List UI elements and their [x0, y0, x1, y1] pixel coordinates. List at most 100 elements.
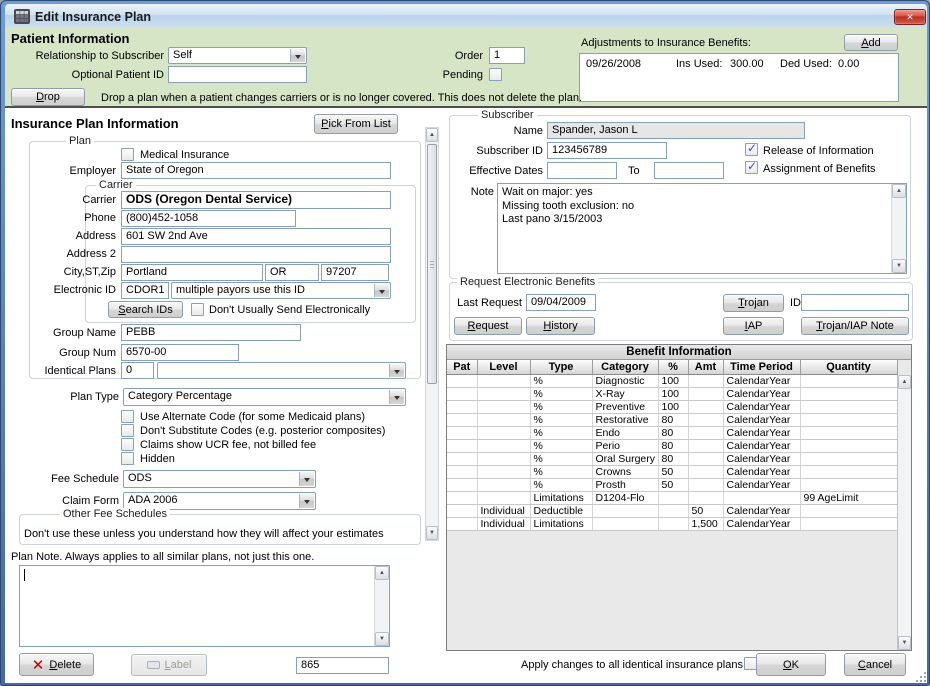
benefit-cell[interactable] [688, 439, 723, 452]
subscriber-name-field[interactable]: Spander, Jason L [547, 122, 805, 139]
identical-plans-count-field[interactable]: 0 [121, 362, 154, 379]
benefit-cell[interactable] [447, 465, 477, 478]
dropdown-button[interactable] [290, 49, 305, 62]
benefit-cell[interactable] [447, 504, 477, 517]
benefit-cell[interactable] [688, 374, 723, 387]
benefit-cell[interactable] [800, 413, 897, 426]
benefit-cell[interactable]: % [530, 426, 592, 439]
benefit-cell[interactable] [447, 413, 477, 426]
address-field[interactable]: 601 SW 2nd Ave [121, 228, 391, 245]
col-level[interactable]: Level [477, 360, 530, 374]
benefit-cell[interactable] [477, 374, 530, 387]
benefit-cell[interactable]: CalendarYear [723, 504, 800, 517]
benefit-cell[interactable]: Limitations [530, 491, 592, 504]
alternate-code-checkbox[interactable] [121, 410, 134, 423]
benefit-cell[interactable] [688, 413, 723, 426]
benefit-cell[interactable] [658, 504, 688, 517]
col-type[interactable]: Type [530, 360, 592, 374]
hidden-checkbox[interactable] [121, 452, 134, 465]
dropdown-button[interactable] [299, 494, 314, 508]
dropdown-button[interactable] [299, 472, 314, 486]
benefit-cell[interactable]: 100 [658, 400, 688, 413]
benefit-cell[interactable]: % [530, 452, 592, 465]
benefit-cell[interactable] [800, 465, 897, 478]
benefit-cell[interactable] [477, 387, 530, 400]
group-num-field[interactable]: 6570-00 [121, 344, 239, 361]
benefit-cell[interactable] [688, 465, 723, 478]
benefit-cell[interactable] [447, 452, 477, 465]
medical-insurance-checkbox[interactable] [121, 148, 134, 161]
benefit-cell[interactable]: % [530, 413, 592, 426]
relationship-dropdown[interactable]: Self [168, 47, 307, 64]
benefit-row[interactable]: IndividualDeductible50CalendarYear [447, 504, 897, 517]
close-button[interactable]: ✕ [894, 9, 926, 25]
benefit-cell[interactable]: Oral Surgery [592, 452, 658, 465]
plan-note-scrollbar[interactable]: ▲ ▼ [374, 566, 389, 646]
benefit-cell[interactable] [800, 504, 897, 517]
benefit-cell[interactable] [688, 426, 723, 439]
col-category[interactable]: Category [592, 360, 658, 374]
benefit-cell[interactable] [688, 491, 723, 504]
benefit-cell[interactable] [800, 452, 897, 465]
benefit-cell[interactable]: 50 [658, 465, 688, 478]
benefit-cell[interactable]: 80 [658, 439, 688, 452]
benefit-cell[interactable] [477, 426, 530, 439]
scroll-up-arrow[interactable]: ▲ [892, 184, 906, 198]
benefit-cell[interactable] [447, 478, 477, 491]
benefit-cell[interactable] [658, 491, 688, 504]
subscriber-note-scrollbar[interactable]: ▲ ▼ [891, 184, 906, 273]
scroll-up-arrow[interactable]: ▲ [898, 375, 911, 389]
benefit-table[interactable]: Pat Level Type Category % Amt Time Perio… [447, 360, 898, 531]
delete-button[interactable]: ✕ Delete [19, 653, 94, 676]
benefit-cell[interactable]: Individual [477, 517, 530, 530]
benefit-cell[interactable] [800, 478, 897, 491]
benefit-cell[interactable] [447, 439, 477, 452]
label-button[interactable]: Label [131, 654, 207, 676]
benefit-cell[interactable]: 80 [658, 413, 688, 426]
scroll-down-arrow[interactable]: ▼ [375, 632, 389, 646]
benefit-cell[interactable] [688, 478, 723, 491]
assignment-of-benefits-checkbox[interactable]: ✓ [745, 161, 758, 174]
benefit-cell[interactable] [800, 374, 897, 387]
scrollbar-thumb[interactable] [427, 144, 437, 384]
dropdown-button[interactable] [389, 390, 404, 404]
last-request-field[interactable]: 09/04/2009 [526, 294, 596, 311]
plan-type-dropdown[interactable]: Category Percentage [123, 388, 406, 406]
electronic-id-field[interactable]: CDOR1 [121, 282, 169, 299]
titlebar[interactable]: Edit Insurance Plan ✕ [5, 4, 927, 28]
benefit-cell[interactable]: % [530, 374, 592, 387]
benefit-cell[interactable]: 99 AgeLimit [800, 491, 897, 504]
benefit-cell[interactable]: X-Ray [592, 387, 658, 400]
benefit-cell[interactable]: 100 [658, 374, 688, 387]
benefit-cell[interactable] [688, 400, 723, 413]
benefit-cell[interactable] [800, 517, 897, 530]
trojan-iap-note-button[interactable]: Trojan/IAP Note [801, 317, 909, 335]
benefit-cell[interactable] [800, 400, 897, 413]
col-time-period[interactable]: Time Period [723, 360, 800, 374]
benefit-cell[interactable]: Endo [592, 426, 658, 439]
benefit-cell[interactable]: Restorative [592, 413, 658, 426]
benefit-cell[interactable] [688, 452, 723, 465]
benefit-cell[interactable]: 80 [658, 452, 688, 465]
benefit-cell[interactable]: 80 [658, 426, 688, 439]
benefit-cell[interactable] [447, 426, 477, 439]
fee-schedule-dropdown[interactable]: ODS [123, 470, 316, 488]
benefit-cell[interactable] [723, 491, 800, 504]
effective-to-field[interactable] [654, 162, 724, 179]
optional-patient-id-field[interactable] [168, 66, 307, 83]
benefit-cell[interactable] [477, 452, 530, 465]
scroll-up-arrow[interactable]: ▲ [375, 566, 389, 580]
benefit-cell[interactable]: % [530, 439, 592, 452]
benefit-row[interactable]: %Diagnostic100CalendarYear [447, 374, 897, 387]
subscriber-note-textarea[interactable]: Wait on major: yes Missing tooth exclusi… [497, 183, 907, 274]
dropdown-button[interactable] [389, 364, 404, 377]
benefit-row[interactable]: IndividualLimitations1,500CalendarYear [447, 517, 897, 530]
benefit-cell[interactable] [800, 426, 897, 439]
dropdown-button[interactable] [374, 284, 389, 297]
benefit-row[interactable]: %Endo80CalendarYear [447, 426, 897, 439]
plan-note-textarea[interactable]: ▲ ▼ [19, 565, 390, 647]
identical-plans-dropdown[interactable] [157, 362, 406, 379]
dont-send-electronically-checkbox[interactable] [191, 303, 204, 316]
ok-button[interactable]: OK [756, 653, 826, 676]
col-pat[interactable]: Pat [447, 360, 477, 374]
